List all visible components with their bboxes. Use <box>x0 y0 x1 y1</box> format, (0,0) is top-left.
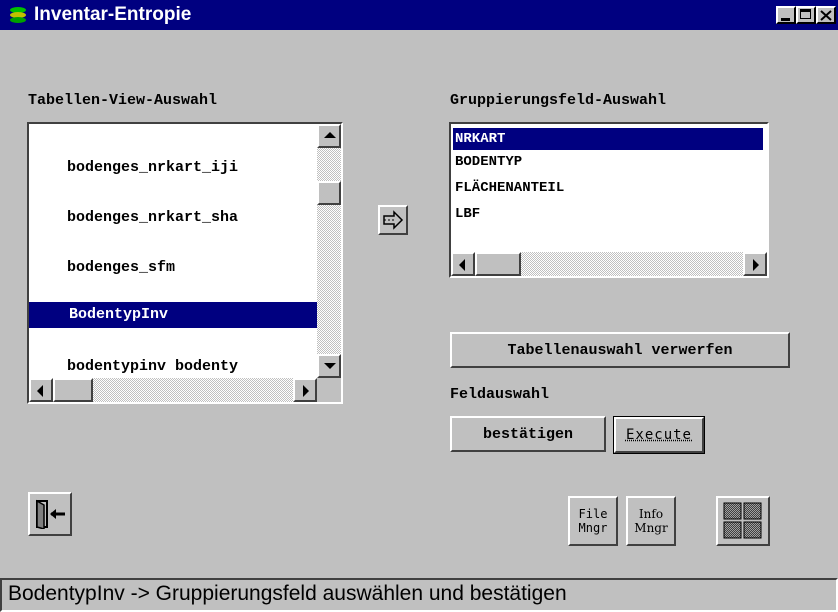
execute-button[interactable]: Execute <box>614 417 704 453</box>
close-icon <box>820 10 832 21</box>
scroll-down-button[interactable] <box>317 354 341 378</box>
list-item[interactable]: bodenges_nrkart_sha <box>67 209 238 226</box>
title-bar[interactable]: Inventar-Entropie <box>0 0 838 30</box>
file-manager-button[interactable]: File Mngr <box>568 496 618 546</box>
arrow-right-icon <box>383 210 404 230</box>
list-item-selected[interactable]: BodentypInv <box>29 302 317 328</box>
arrow-left-icon <box>459 259 465 271</box>
scroll-left-button[interactable] <box>29 378 53 402</box>
info-manager-label-line2: Mngr <box>634 521 668 535</box>
arrow-left-icon <box>37 385 43 397</box>
file-manager-label-line2: Mngr <box>578 521 608 535</box>
horizontal-scroll-thumb[interactable] <box>475 252 521 276</box>
grouping-field-label: Gruppierungsfeld-Auswahl <box>450 92 667 109</box>
info-manager-button[interactable]: Info Mngr <box>626 496 676 546</box>
info-manager-label-line1: Info <box>638 507 664 521</box>
table-view-listbox[interactable]: bodenges_nrkart_iji bodenges_nrkart_sha … <box>27 122 343 404</box>
horizontal-scroll-thumb[interactable] <box>53 378 93 402</box>
arrow-right-icon <box>753 259 759 271</box>
scrollbar-corner <box>317 378 341 402</box>
vertical-scrollbar[interactable] <box>317 124 341 378</box>
list-item-selected[interactable]: NRKART <box>453 128 763 150</box>
grid-button[interactable] <box>716 496 770 546</box>
list-item[interactable]: LBF <box>455 206 480 222</box>
arrow-up-icon <box>324 132 336 138</box>
discard-selection-button[interactable]: Tabellenauswahl verwerfen <box>450 332 790 368</box>
close-button[interactable] <box>816 6 836 24</box>
list-item[interactable]: FLÄCHENANTEIL <box>455 180 564 196</box>
transfer-button[interactable] <box>378 205 408 235</box>
maximize-icon <box>800 9 811 19</box>
table-view-label: Tabellen-View-Auswahl <box>28 92 218 109</box>
scroll-right-button[interactable] <box>743 252 767 276</box>
minimize-icon <box>781 18 790 21</box>
status-bar: BodentypInv -> Gruppierungsfeld auswähle… <box>0 578 838 612</box>
list-item[interactable]: bodentypinv bodenty <box>67 358 317 375</box>
arrow-right-icon <box>303 385 309 397</box>
file-manager-label-line1: File <box>578 507 608 521</box>
scroll-left-button[interactable] <box>451 252 475 276</box>
list-item[interactable]: bodenges_nrkart_iji <box>67 159 238 176</box>
maximize-button[interactable] <box>796 6 816 24</box>
field-selection-label: Feldauswahl <box>450 386 550 403</box>
horizontal-scrollbar[interactable] <box>451 252 767 276</box>
exit-button[interactable] <box>28 492 72 536</box>
minimize-button[interactable] <box>776 6 796 24</box>
execute-button-frame[interactable]: Execute <box>613 416 705 454</box>
vertical-scroll-thumb[interactable] <box>317 181 341 205</box>
horizontal-scrollbar[interactable] <box>29 378 317 402</box>
list-item[interactable]: bodenges_sfm <box>67 259 175 276</box>
app-icon <box>8 5 28 25</box>
grouping-field-listbox[interactable]: NRKART BODENTYP FLÄCHENANTEIL LBF <box>449 122 769 278</box>
scroll-right-button[interactable] <box>293 378 317 402</box>
grid-icon <box>723 502 762 539</box>
scroll-up-button[interactable] <box>317 124 341 148</box>
confirm-button[interactable]: bestätigen <box>450 416 606 452</box>
arrow-down-icon <box>324 363 336 369</box>
list-item[interactable]: BODENTYP <box>455 154 522 170</box>
window-title: Inventar-Entropie <box>34 4 192 25</box>
exit-door-icon <box>36 499 65 529</box>
